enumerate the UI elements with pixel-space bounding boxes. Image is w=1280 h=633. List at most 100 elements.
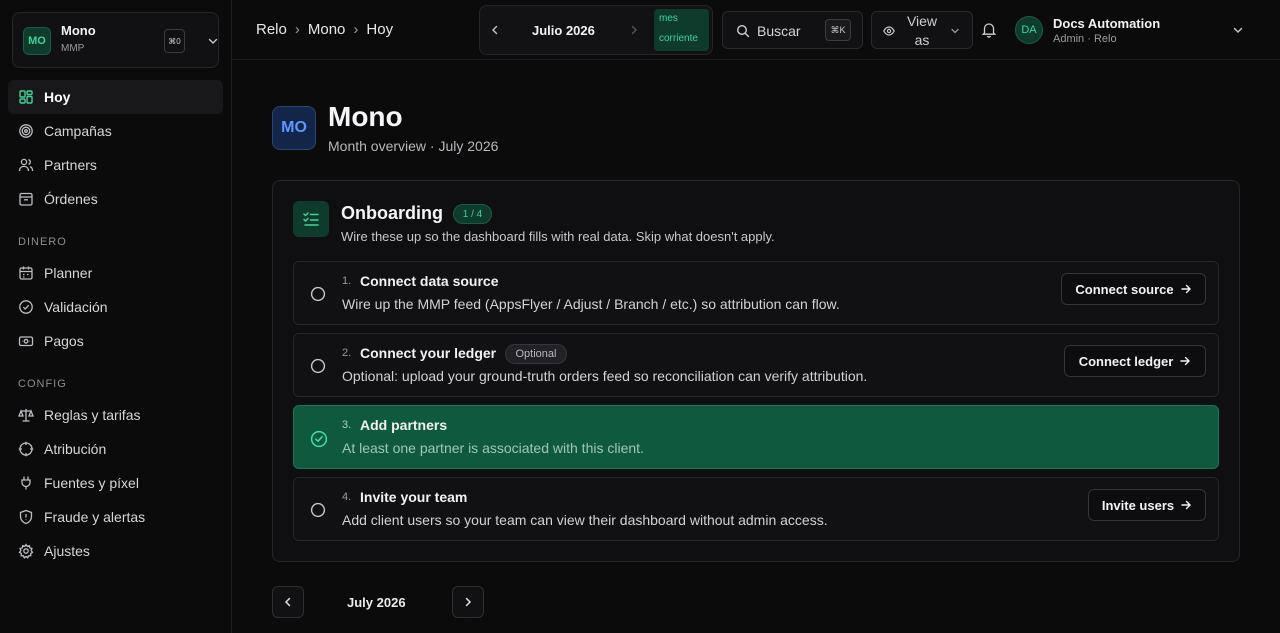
chevron-right-icon: ›: [294, 21, 300, 38]
step-title: Add partners: [360, 417, 448, 433]
sidebar-item-label: Ajustes: [44, 543, 90, 559]
connect-source-button[interactable]: Connect source: [1061, 273, 1206, 305]
client-avatar: MO: [272, 106, 316, 150]
sidebar-item-ajustes[interactable]: Ajustes: [8, 534, 223, 568]
step-title: Invite your team: [360, 489, 468, 505]
user-name[interactable]: Docs Automation: [1053, 16, 1160, 31]
workspace-name: Mono: [61, 23, 96, 38]
banknote-icon: [18, 333, 34, 349]
onboarding-progress-badge: 1 / 4: [453, 204, 492, 224]
sidebar-item-label: Hoy: [44, 89, 71, 105]
sidebar-item-label: Fuentes y píxel: [44, 475, 139, 491]
sidebar-item-label: Campañas: [44, 123, 112, 139]
dashboard-icon: [18, 89, 34, 105]
month-selector: Julio 2026 mes corriente: [479, 5, 713, 55]
connect-ledger-button[interactable]: Connect ledger: [1064, 345, 1206, 377]
button-label: Invite users: [1101, 497, 1175, 513]
top-bar: Relo › Mono › Hoy Julio 2026 mes corrien…: [232, 0, 1280, 60]
sidebar-section-dinero: DINERO: [18, 236, 67, 248]
view-as-dropdown[interactable]: View as: [871, 11, 973, 49]
gear-icon: [18, 543, 34, 559]
badge-line: mes: [659, 13, 678, 24]
pager-month-label: July 2026: [347, 595, 406, 610]
user-role: Admin · Relo: [1053, 33, 1117, 45]
workspace-subtitle: MMP: [61, 43, 85, 54]
view-as-line: View: [906, 13, 938, 29]
current-month-label: Julio 2026: [532, 23, 595, 38]
sidebar-item-fraude[interactable]: Fraude y alertas: [8, 500, 223, 534]
check-circle-icon: [310, 430, 328, 448]
target-icon: [18, 123, 34, 139]
crosshair-icon: [18, 441, 34, 457]
button-label: Connect source: [1075, 281, 1174, 297]
sidebar-item-label: Validación: [44, 299, 108, 315]
plug-icon: [18, 475, 34, 491]
avatar[interactable]: DA: [1015, 16, 1043, 44]
sidebar-item-planner[interactable]: Planner: [8, 256, 223, 290]
step-number: 2.: [342, 347, 352, 359]
sidebar-item-label: Partners: [44, 157, 97, 173]
step-status-circle-icon: [310, 358, 326, 374]
chevron-down-icon: [950, 26, 960, 36]
onboarding-step-add-partners: 3. Add partners At least one partner is …: [293, 405, 1219, 469]
sidebar-item-reglas[interactable]: Reglas y tarifas: [8, 398, 223, 432]
pager-next-button[interactable]: [452, 586, 484, 618]
sidebar-item-label: Órdenes: [44, 191, 98, 207]
sidebar-item-partners[interactable]: Partners: [8, 148, 223, 182]
box-icon: [18, 191, 34, 207]
onboarding-step-connect-source: 1. Connect data source Wire up the MMP f…: [293, 261, 1219, 325]
chevron-left-icon: [284, 597, 291, 607]
step-number: 1.: [342, 275, 352, 287]
current-month-badge[interactable]: mes corriente: [654, 9, 709, 51]
arrow-right-icon: [1180, 356, 1191, 366]
chevron-down-icon[interactable]: [1232, 24, 1244, 36]
page-subtitle: Month overview · July 2026: [328, 138, 499, 154]
chevron-right-icon: [465, 597, 472, 607]
workspace-shortcut: ⌘0: [164, 29, 185, 53]
step-description: Add client users so your team can view t…: [342, 512, 828, 528]
sidebar-item-validacion[interactable]: Validación: [8, 290, 223, 324]
arrow-right-icon: [1180, 284, 1191, 294]
sidebar-item-ordenes[interactable]: Órdenes: [8, 182, 223, 216]
invite-users-button[interactable]: Invite users: [1088, 489, 1206, 521]
onboarding-step-invite-team: 4. Invite your team Add client users so …: [293, 477, 1219, 541]
breadcrumb-item-current: Hoy: [366, 21, 394, 38]
badge-line: corriente: [659, 33, 698, 44]
sidebar-item-atribucion[interactable]: Atribución: [8, 432, 223, 466]
checklist-icon: [293, 201, 329, 237]
sidebar-item-pagos[interactable]: Pagos: [8, 324, 223, 358]
chevron-right-icon: ›: [353, 21, 359, 38]
sidebar: MO Mono MMP ⌘0 Hoy Campañas Partners Órd…: [0, 0, 232, 633]
sidebar-item-hoy[interactable]: Hoy: [8, 80, 223, 114]
bell-icon[interactable]: [981, 21, 997, 38]
search-button[interactable]: Buscar ⌘K: [722, 11, 863, 49]
workspace-switcher[interactable]: MO Mono MMP ⌘0: [12, 12, 219, 68]
search-label: Buscar: [757, 23, 801, 39]
view-as-line: as: [914, 32, 930, 48]
sidebar-item-label: Reglas y tarifas: [44, 407, 141, 423]
step-description: Wire up the MMP feed (AppsFlyer / Adjust…: [342, 296, 840, 312]
step-title: Connect your ledger: [360, 345, 497, 361]
step-description: At least one partner is associated with …: [342, 440, 644, 456]
eye-icon: [883, 25, 895, 37]
breadcrumb: Relo › Mono › Hoy: [256, 21, 393, 38]
chevron-down-icon: [207, 35, 219, 47]
breadcrumb-item[interactable]: Relo: [256, 21, 287, 38]
workspace-avatar: MO: [23, 27, 51, 55]
scale-icon: [18, 407, 34, 423]
arrow-right-icon: [1181, 500, 1192, 510]
check-circle-icon: [18, 299, 34, 315]
sidebar-section-config: CONFIG: [18, 378, 67, 390]
breadcrumb-item[interactable]: Mono: [308, 21, 346, 38]
onboarding-step-connect-ledger: 2. Connect your ledger Optional Optional…: [293, 333, 1219, 397]
next-month-button[interactable]: [628, 24, 640, 36]
sidebar-item-fuentes[interactable]: Fuentes y píxel: [8, 466, 223, 500]
pager-previous-button[interactable]: [272, 586, 304, 618]
sidebar-item-label: Atribución: [44, 441, 107, 457]
view-as-label: View as: [902, 12, 942, 50]
step-number: 4.: [342, 491, 352, 503]
button-label: Connect ledger: [1078, 353, 1174, 369]
shield-icon: [18, 509, 34, 525]
sidebar-item-campanas[interactable]: Campañas: [8, 114, 223, 148]
previous-month-button[interactable]: [489, 24, 501, 36]
